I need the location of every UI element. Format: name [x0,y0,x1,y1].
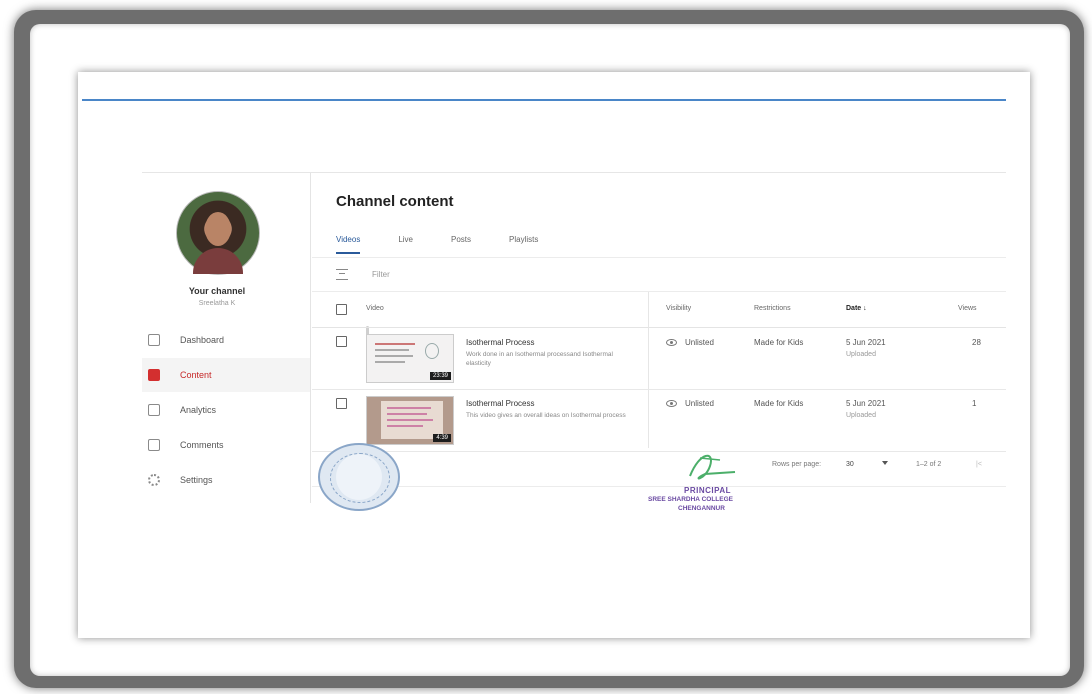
channel-title: Your channel [188,286,246,296]
sidebar-item-comments[interactable]: Comments [142,428,310,462]
restrictions-cell: Made for Kids [754,399,804,408]
analytics-icon [148,404,160,416]
video-thumbnail[interactable]: 4:39 [366,396,454,445]
row-checkbox[interactable] [336,398,347,409]
eye-icon [666,339,677,346]
video-title[interactable]: Isothermal Process [466,399,534,408]
date-cell: 5 Jun 2021 [846,338,886,347]
sidebar-item-settings[interactable]: Settings [142,463,310,497]
row-checkbox[interactable] [336,336,347,347]
stamp-college: SREE SHARDHA COLLEGE [648,496,733,503]
date-status: Uploaded [846,412,876,419]
principal-signature: PRINCIPAL SREE SHARDHA COLLEGE CHENGANNU… [648,446,778,520]
sidebar: Your channel Sreelatha K Dashboard Conte… [142,173,369,503]
filter-icon[interactable] [336,269,348,280]
thumbnail-line [375,361,405,363]
seal-inner-ring [330,453,390,503]
date-status: Uploaded [846,351,876,358]
restrictions-cell: Made for Kids [754,338,804,347]
gear-icon [148,474,160,486]
sidebar-item-label: Analytics [180,405,217,415]
column-header-date[interactable]: Date ↓ [846,305,867,312]
college-seal [318,443,400,511]
video-description: Work done in an Isothermal processand Is… [466,351,613,367]
thumbnail-line [375,355,413,357]
eye-icon [666,400,677,407]
page-range: 1–2 of 2 [916,461,942,468]
visibility-value: Unlisted [685,399,714,408]
chevron-down-icon[interactable] [882,461,888,465]
tab-live[interactable]: Live [398,235,413,254]
tab-bar: Videos Live Posts Playlists [336,235,576,254]
filter-input[interactable]: Filter [372,270,390,279]
column-header-video: Video [366,305,384,312]
page-title: Channel content [336,193,454,210]
video-description: This video gives an overall ideas on Iso… [466,412,626,419]
sidebar-item-label: Dashboard [180,335,225,345]
thumbnail-line [375,343,415,345]
sidebar-item-analytics[interactable]: Analytics [142,393,310,427]
date-cell: 5 Jun 2021 [846,399,886,408]
table-row[interactable]: 4:39 Isothermal Process This video gives… [312,390,1006,452]
sidebar-item-label: Settings [180,475,213,485]
comments-icon [148,439,160,451]
views-cell: 1 [972,399,977,408]
visibility-cell[interactable]: Unlisted [666,399,714,408]
thumbnail-line [387,407,431,409]
select-all-checkbox[interactable] [336,304,347,315]
video-duration: 4:39 [433,434,451,442]
column-header-restrictions[interactable]: Restrictions [754,305,791,312]
dashboard-icon [148,334,160,346]
visibility-cell[interactable]: Unlisted [666,338,714,347]
sidebar-item-content[interactable]: Content [142,358,310,392]
handwritten-signature [689,454,736,480]
table-row[interactable]: 23:39 Isothermal Process Work done in an… [312,328,1006,390]
avatar[interactable] [176,191,260,275]
tab-posts[interactable]: Posts [451,235,471,254]
first-page-button[interactable]: |< [976,461,982,468]
table-header: Video Visibility Restrictions Date ↓ Vie… [312,292,1006,328]
tabs-divider [312,257,1006,258]
thumbnail-line [387,425,423,427]
tab-videos[interactable]: Videos [336,235,361,254]
tab-playlists[interactable]: Playlists [509,235,538,254]
channel-name: Sreelatha K [198,300,236,307]
views-cell: 28 [972,338,981,347]
rows-per-page-label: Rows per page: [772,461,822,468]
rows-per-page-select[interactable]: 30 [846,461,854,468]
visibility-value: Unlisted [685,338,714,347]
stamp-location: CHENGANNUR [678,505,725,512]
sidebar-item-dashboard[interactable]: Dashboard [142,323,310,357]
stamp-title: PRINCIPAL [684,486,732,495]
column-header-views[interactable]: Views [958,305,977,312]
thumbnail-logo [425,343,439,359]
progress-line [82,99,1006,101]
screenshot-panel: Your channel Sreelatha K Dashboard Conte… [78,72,1030,638]
video-title[interactable]: Isothermal Process [466,338,534,347]
avatar-face [205,212,231,246]
video-thumbnail[interactable]: 23:39 [366,334,454,383]
video-duration: 23:39 [429,372,451,380]
column-header-visibility[interactable]: Visibility [666,305,691,312]
thumbnail-line [375,349,409,351]
sidebar-item-label: Comments [180,440,224,450]
content-icon [148,369,160,381]
sidebar-item-label: Content [180,370,212,380]
thumbnail-line [387,419,433,421]
filter-bar[interactable]: Filter [336,269,390,280]
avatar-body [193,248,243,274]
thumbnail-line [387,413,427,415]
